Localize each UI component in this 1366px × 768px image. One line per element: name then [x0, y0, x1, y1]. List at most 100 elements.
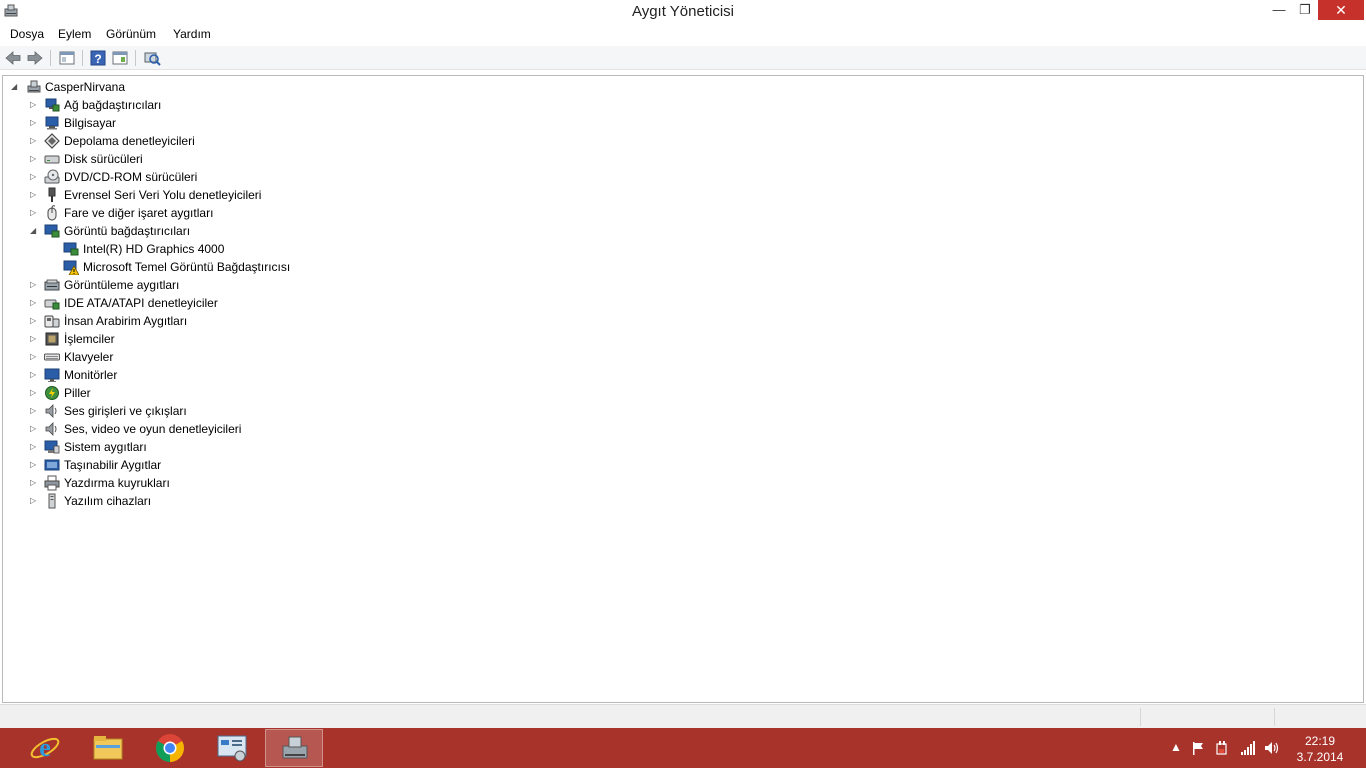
clock-time[interactable]: 22:19: [1298, 734, 1342, 748]
ide-controller-icon: [44, 299, 60, 310]
monitor-icon: [44, 368, 60, 382]
menu-dosya[interactable]: Dosya: [10, 27, 44, 41]
menu-gorunum[interactable]: Görünüm: [106, 27, 156, 41]
expand-arrow-icon[interactable]: ▷: [30, 316, 38, 326]
collapse-arrow-icon[interactable]: ◢: [30, 226, 38, 236]
usb-controller-icon: [48, 187, 56, 202]
tree-item-label: Ağ bağdaştırıcıları: [64, 98, 162, 112]
tree-root-label: CasperNirvana: [45, 80, 126, 94]
wifi-signal-icon[interactable]: [1240, 740, 1256, 756]
keyboard-icon: [44, 353, 60, 361]
taskbar: e ▲ 22:19 3.7.2014: [0, 728, 1366, 768]
menu-yardim[interactable]: Yardım: [173, 27, 211, 41]
tree-item-label: İnsan Arabirim Aygıtları: [64, 314, 188, 328]
expand-arrow-icon[interactable]: ▷: [30, 298, 38, 308]
menu-eylem[interactable]: Eylem: [58, 27, 91, 41]
expand-arrow-icon[interactable]: ▷: [30, 370, 38, 380]
expand-arrow-icon[interactable]: ▷: [30, 190, 38, 200]
device-manager-icon: [282, 736, 308, 759]
minimize-button[interactable]: —: [1266, 0, 1292, 20]
expand-arrow-icon[interactable]: ▷: [30, 442, 38, 452]
display-adapter-icon: [44, 224, 60, 238]
expand-arrow-icon[interactable]: ▷: [30, 118, 38, 128]
tree-item-label: Görüntü bağdaştırıcıları: [64, 224, 191, 238]
forward-arrow-icon[interactable]: [26, 49, 44, 67]
tree-item-label: DVD/CD-ROM sürücüleri: [64, 170, 198, 184]
expand-arrow-icon[interactable]: ▷: [30, 406, 38, 416]
action-center-flag-icon[interactable]: [1190, 740, 1206, 756]
expand-arrow-icon[interactable]: ▷: [30, 496, 38, 506]
tree-item-label: Yazılım cihazları: [64, 494, 152, 508]
tree-child-label: Microsoft Temel Görüntü Bağdaştırıcısı: [83, 260, 291, 274]
sound-controller-icon: [45, 422, 57, 436]
tree-item-label: Görüntüleme aygıtları: [64, 278, 180, 292]
volume-icon[interactable]: [1264, 740, 1280, 756]
software-device-icon: [48, 493, 56, 509]
chrome-icon: [156, 734, 184, 762]
close-button[interactable]: ✕: [1318, 0, 1364, 20]
clock-date[interactable]: 3.7.2014: [1294, 750, 1346, 764]
expand-arrow-icon[interactable]: ▷: [30, 280, 38, 290]
tree-item-label: IDE ATA/ATAPI denetleyiciler: [64, 296, 218, 310]
back-arrow-icon[interactable]: [4, 49, 22, 67]
toolbar-separator: [50, 50, 51, 66]
expand-arrow-icon[interactable]: ▷: [30, 424, 38, 434]
toolbar-separator: [82, 50, 83, 66]
console-tree-icon[interactable]: [58, 49, 76, 67]
imaging-device-icon: [44, 279, 60, 291]
maximize-button[interactable]: ❐: [1292, 0, 1318, 20]
scan-hardware-icon[interactable]: [143, 49, 161, 67]
expand-arrow-icon[interactable]: ▷: [30, 208, 38, 218]
tree-item-label: Ses girişleri ve çıkışları: [64, 404, 187, 418]
taskbar-internet-explorer[interactable]: e: [16, 729, 74, 767]
expand-arrow-icon[interactable]: ▷: [30, 352, 38, 362]
device-tree-panel[interactable]: ◢ CasperNirvana ▷ Ağ bağdaştırıcıları ▷ …: [2, 75, 1364, 703]
expand-arrow-icon[interactable]: ▷: [30, 172, 38, 182]
power-icon[interactable]: [1214, 740, 1230, 756]
expand-arrow-icon[interactable]: ▷: [30, 154, 38, 164]
show-hidden-icons-chevron[interactable]: ▲: [1168, 740, 1184, 756]
control-panel-icon: [217, 735, 247, 762]
svg-text:?: ?: [94, 52, 101, 66]
tree-item-label: Ses, video ve oyun denetleyicileri: [64, 422, 242, 436]
tree-item-label: Disk sürücüleri: [64, 152, 143, 166]
expand-arrow-icon[interactable]: ▷: [30, 478, 38, 488]
status-divider: [1140, 708, 1141, 726]
tree-item-label: Klavyeler: [64, 350, 114, 364]
expand-arrow-icon[interactable]: ▷: [30, 460, 38, 470]
dvd-drive-icon: [44, 169, 60, 184]
taskbar-device-manager[interactable]: [265, 729, 323, 767]
help-icon[interactable]: ?: [89, 49, 107, 67]
hid-icon: [44, 315, 60, 328]
display-adapter-icon: [63, 242, 79, 256]
expand-arrow-icon[interactable]: ▷: [30, 136, 38, 146]
mouse-icon: [47, 205, 57, 221]
tree-item-label: Bilgisayar: [64, 116, 117, 130]
tree-item-label: Fare ve diğer işaret aygıtları: [64, 206, 214, 220]
menu-bar: Dosya Eylem Görünüm Yardım: [0, 24, 1366, 44]
audio-io-icon: [45, 404, 57, 418]
computer-root-icon: [27, 80, 41, 93]
expand-arrow-icon[interactable]: ▷: [30, 334, 38, 344]
print-queue-icon: [44, 475, 60, 491]
storage-controller-icon: [44, 133, 60, 149]
expand-arrow-icon[interactable]: ▷: [30, 100, 38, 110]
tree-item-label: Evrensel Seri Veri Yolu denetleyicileri: [64, 188, 262, 202]
tree-child-label: Intel(R) HD Graphics 4000: [83, 242, 225, 256]
battery-icon: [45, 386, 59, 400]
collapse-arrow-icon[interactable]: ◢: [11, 82, 19, 92]
taskbar-file-explorer[interactable]: [79, 729, 137, 767]
expand-arrow-icon[interactable]: ▷: [30, 388, 38, 398]
taskbar-control-panel[interactable]: [203, 729, 261, 767]
display-adapter-warning-icon: [63, 260, 79, 275]
network-adapter-icon: [45, 98, 60, 112]
status-divider: [1274, 708, 1275, 726]
action-pane-icon[interactable]: [111, 49, 129, 67]
processor-icon: [45, 332, 59, 346]
title-bar: Aygıt Yöneticisi — ❐ ✕: [0, 0, 1366, 24]
tree-item-label: İşlemciler: [64, 332, 115, 346]
disk-drive-icon: [44, 155, 60, 164]
tree-item-label: Taşınabilir Aygıtlar: [64, 458, 162, 472]
taskbar-chrome[interactable]: [141, 729, 199, 767]
file-explorer-icon: [93, 736, 123, 760]
